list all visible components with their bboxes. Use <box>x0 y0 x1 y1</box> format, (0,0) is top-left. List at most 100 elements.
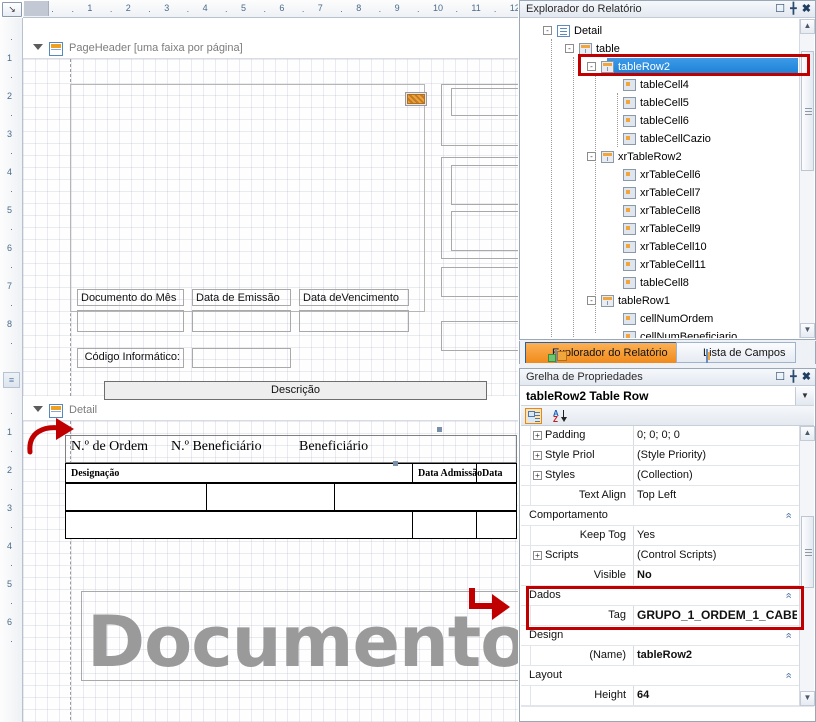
close-icon-pg[interactable]: ✖ <box>802 370 811 384</box>
value-codigo-informatico[interactable] <box>192 348 291 368</box>
tree-node-detail[interactable]: - Detail <box>543 22 814 40</box>
pageheader-surface[interactable]: Documento do Mês Data de Emissão Data de… <box>23 58 518 400</box>
subheader-data[interactable]: Data <box>482 468 503 479</box>
table-row2-header[interactable]: N.º de Ordem N.º Beneficiário Beneficiár… <box>65 435 517 463</box>
band-header-detail[interactable]: Detail <box>23 402 518 420</box>
tree-node-xrtablecell9[interactable]: xrTableCell9 <box>609 220 814 238</box>
collapse-triangle-icon[interactable] <box>33 44 43 50</box>
vertical-ruler-grip[interactable]: ≡ <box>3 372 20 388</box>
tree-scroll-up-arrow[interactable]: ▲ <box>800 19 815 34</box>
tree-scroll-down-arrow[interactable]: ▼ <box>800 323 815 338</box>
subheader-data-admissao[interactable]: Data Admissão <box>418 468 482 479</box>
property-expander-icon[interactable]: + <box>533 471 542 480</box>
restore-icon[interactable]: ☐ <box>775 2 785 16</box>
property-category-comportamento[interactable]: Comportamento « <box>521 506 799 526</box>
right-box-2-inner-a[interactable] <box>451 165 518 205</box>
property-row-style-priol[interactable]: + Style Priol (Style Priority) <box>521 446 799 466</box>
tree-node-xrtablecell7[interactable]: xrTableCell7 <box>609 184 814 202</box>
detail-subheader-row[interactable]: Designação Data Admissão Data <box>65 463 517 483</box>
selection-handle-top[interactable] <box>437 427 442 432</box>
property-expander-icon[interactable]: + <box>533 451 542 460</box>
alphabetical-view-button[interactable]: AZ <box>551 408 568 424</box>
chevron-up-icon[interactable]: « <box>782 592 794 598</box>
label-codigo-informatico[interactable]: Código Informático: <box>77 348 184 368</box>
report-explorer-panel[interactable]: Explorador do Relatório ☐ ╋ ✖ - Detail - ta… <box>519 0 816 340</box>
ruler-corner-button[interactable]: ↘ <box>2 2 22 17</box>
cell-numero-beneficiario[interactable]: N.º Beneficiário <box>171 439 262 455</box>
property-row-text-align[interactable]: Text Align Top Left <box>521 486 799 506</box>
restore-icon-pg[interactable]: ☐ <box>775 370 785 384</box>
close-icon[interactable]: ✖ <box>802 2 811 16</box>
label-data-de-emissao[interactable]: Data de Emissão <box>192 289 291 306</box>
property-expander-icon[interactable]: + <box>533 551 542 560</box>
property-grid-toolbar[interactable]: AZ <box>521 406 814 426</box>
chevron-up-icon[interactable]: « <box>782 672 794 678</box>
label-data-de-vencimento[interactable]: Data deVencimento <box>299 289 409 306</box>
tree-node-tablecellcazio[interactable]: tableCellCazio <box>609 130 814 148</box>
pin-icon-pg[interactable]: ╋ <box>790 370 797 384</box>
property-row-tag[interactable]: Tag GRUPO_1_ORDEM_1_CABECALHO <box>521 606 799 626</box>
property-row-scripts[interactable]: + Scripts (Control Scripts) <box>521 546 799 566</box>
pg-scroll-down-arrow[interactable]: ▼ <box>800 691 815 706</box>
logo-image-control[interactable] <box>405 92 427 106</box>
tree-node-cellnumbeneficiario[interactable]: cellNumBeneficiario <box>609 328 814 338</box>
property-grid-object-selector[interactable]: tableRow2 Table Row ▼ <box>521 387 814 406</box>
property-value[interactable]: tableRow2 <box>637 646 797 666</box>
design-canvas[interactable]: PageHeader [uma faixa por página] Docume… <box>23 18 518 722</box>
property-row-styles[interactable]: + Styles (Collection) <box>521 466 799 486</box>
property-grid-scrollbar[interactable]: ▲ ▼ <box>799 426 815 706</box>
tree-expander-icon[interactable]: - <box>565 44 574 53</box>
tree-node-xrtablerow2[interactable]: - xrTableRow2 <box>587 148 814 166</box>
header-group-box[interactable] <box>70 84 425 312</box>
property-row-padding[interactable]: + Padding 0; 0; 0; 0 <box>521 426 799 446</box>
tab-explorador-do-relatorio[interactable]: Explorador do Relatório <box>525 342 678 363</box>
subheader-designacao[interactable]: Designação <box>71 468 119 479</box>
selection-handle-subheader[interactable] <box>393 461 398 466</box>
right-box-4[interactable] <box>441 321 518 351</box>
chevron-down-icon[interactable]: ▼ <box>795 387 814 405</box>
detail-data-row-1[interactable] <box>65 483 517 511</box>
tree-node-xrtablecell6[interactable]: xrTableCell6 <box>609 166 814 184</box>
tree-scroll-thumb[interactable] <box>801 51 814 171</box>
property-value[interactable]: Top Left <box>637 486 797 506</box>
tree-node-tablecell5[interactable]: tableCell5 <box>609 94 814 112</box>
property-row--name-[interactable]: (Name) tableRow2 <box>521 646 799 666</box>
right-box-3[interactable] <box>441 267 518 297</box>
property-category-layout[interactable]: Layout « <box>521 666 799 686</box>
categorized-view-button[interactable] <box>525 408 542 424</box>
tree-node-xrtablecell11[interactable]: xrTableCell11 <box>609 256 814 274</box>
tree-expander-icon[interactable]: - <box>543 26 552 35</box>
tree-node-cellnumordem[interactable]: cellNumOrdem <box>609 310 814 328</box>
tree-node-tablecell6[interactable]: tableCell6 <box>609 112 814 130</box>
property-row-keep-tog[interactable]: Keep Tog Yes <box>521 526 799 546</box>
detail-data-row-2[interactable] <box>65 511 517 539</box>
right-box-2-inner-b[interactable] <box>451 211 518 251</box>
tab-lista-de-campos[interactable]: Lista de Campos <box>676 342 796 363</box>
property-value[interactable]: 0; 0; 0; 0 <box>637 426 797 446</box>
report-designer-surface[interactable]: ↘ 1·2·3·4·5·6·7·8·9·10·11·12·· ·1·2·3·4·… <box>0 0 518 722</box>
label-documento-do-mes[interactable]: Documento do Mês <box>77 289 184 306</box>
property-row-visible[interactable]: Visible No <box>521 566 799 586</box>
property-grid-panel[interactable]: Grelha de Propriedades ☐ ╋ ✖ tableRow2 T… <box>519 368 816 722</box>
chevron-up-icon[interactable]: « <box>782 512 794 518</box>
property-value[interactable]: 64 <box>637 686 797 706</box>
tree-node-tablerow1[interactable]: - tableRow1 <box>587 292 814 310</box>
tree-node-tablecell4[interactable]: tableCell4 <box>609 76 814 94</box>
property-value[interactable]: GRUPO_1_ORDEM_1_CABECALHO <box>637 606 797 626</box>
value-data-de-vencimento[interactable] <box>299 310 409 332</box>
right-box-1-inner[interactable] <box>451 88 518 116</box>
pg-scroll-thumb[interactable] <box>801 516 814 588</box>
cell-beneficiario[interactable]: Beneficiário <box>299 439 368 455</box>
band-header-pageheader[interactable]: PageHeader [uma faixa por página] <box>23 40 518 58</box>
property-value[interactable]: (Style Priority) <box>637 446 797 466</box>
tree-scrollbar[interactable]: ▲ ▼ <box>799 19 815 338</box>
tree-node-xrtablecell10[interactable]: xrTableCell10 <box>609 238 814 256</box>
value-data-de-emissao[interactable] <box>192 310 291 332</box>
property-row-height[interactable]: Height 64 <box>521 686 799 706</box>
chevron-up-icon[interactable]: « <box>782 632 794 638</box>
collapse-triangle-icon-detail[interactable] <box>33 406 43 412</box>
cell-numero-ordem[interactable]: N.º de Ordem <box>71 439 148 455</box>
property-value[interactable]: No <box>637 566 797 586</box>
detail-surface[interactable]: N.º de Ordem N.º Beneficiário Beneficiár… <box>23 420 518 722</box>
pin-icon[interactable]: ╋ <box>790 2 797 16</box>
